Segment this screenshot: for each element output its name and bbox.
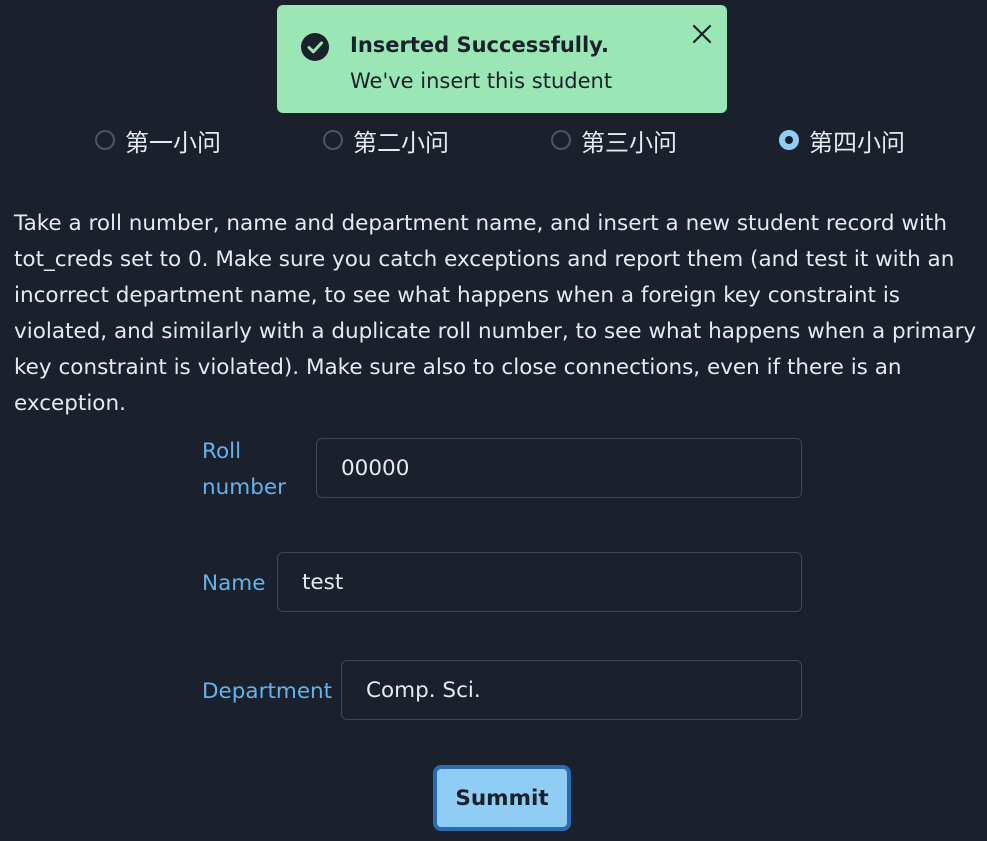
radio-circle[interactable]	[323, 130, 343, 150]
roll-number-input[interactable]	[316, 438, 802, 498]
roll-number-label: Roll number	[202, 434, 286, 506]
radio-question-4[interactable]: 第四小问	[779, 120, 905, 160]
radio-question-2[interactable]: 第二小问	[323, 120, 449, 160]
submit-button[interactable]: Summit	[433, 765, 571, 831]
question-radio-group: 第一小问 第二小问 第三小问 第四小问	[0, 120, 987, 160]
radio-label: 第四小问	[809, 128, 905, 157]
radio-circle[interactable]	[95, 130, 115, 150]
radio-circle[interactable]	[551, 130, 571, 150]
close-icon[interactable]	[691, 23, 713, 45]
radio-circle-selected[interactable]	[779, 130, 799, 150]
name-input[interactable]	[277, 552, 802, 612]
check-circle-icon	[301, 33, 329, 61]
name-label: Name	[202, 571, 266, 596]
task-description: Take a roll number, name and department …	[14, 211, 977, 416]
roll-label-line1: Roll	[202, 439, 242, 464]
radio-label: 第三小问	[581, 128, 677, 157]
roll-label-line2: number	[202, 475, 286, 500]
radio-question-1[interactable]: 第一小问	[95, 120, 221, 160]
radio-label: 第二小问	[353, 128, 449, 157]
department-input[interactable]	[341, 660, 802, 720]
page: Inserted Successfully. We've insert this…	[0, 0, 987, 841]
success-toast: Inserted Successfully. We've insert this…	[277, 5, 727, 113]
department-label: Department	[202, 679, 333, 704]
toast-description: We've insert this student	[350, 69, 613, 93]
toast-title: Inserted Successfully.	[350, 33, 609, 57]
radio-label: 第一小问	[125, 128, 221, 157]
radio-question-3[interactable]: 第三小问	[551, 120, 677, 160]
